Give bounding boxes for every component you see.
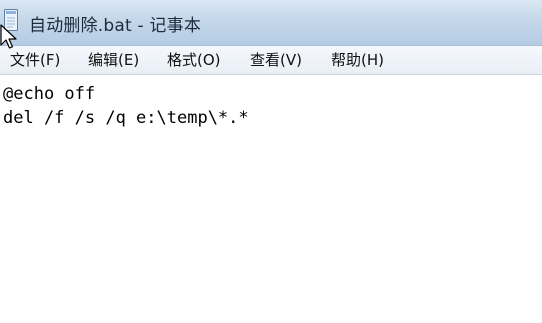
- editor-line-1: @echo off: [3, 84, 96, 104]
- menu-edit[interactable]: 编辑(E): [86, 51, 141, 69]
- menu-view[interactable]: 查看(V): [248, 51, 304, 69]
- menu-format[interactable]: 格式(O): [165, 51, 223, 69]
- menu-file[interactable]: 文件(F): [8, 51, 62, 69]
- title-bar[interactable]: 自动删除.bat - 记事本: [0, 0, 542, 46]
- menu-help[interactable]: 帮助(H): [329, 51, 386, 69]
- menu-bar: 文件(F) 编辑(E) 格式(O) 查看(V) 帮助(H): [0, 46, 542, 75]
- notepad-window: 自动删除.bat - 记事本 文件(F) 编辑(E) 格式(O) 查看(V) 帮…: [0, 0, 542, 323]
- window-title: 自动删除.bat - 记事本: [29, 16, 202, 36]
- editor-line-2: del /f /s /q e:\temp\*.*: [3, 108, 249, 128]
- text-editor-area[interactable]: @echo off del /f /s /q e:\temp\*.*: [0, 75, 542, 323]
- notepad-icon[interactable]: [4, 9, 18, 31]
